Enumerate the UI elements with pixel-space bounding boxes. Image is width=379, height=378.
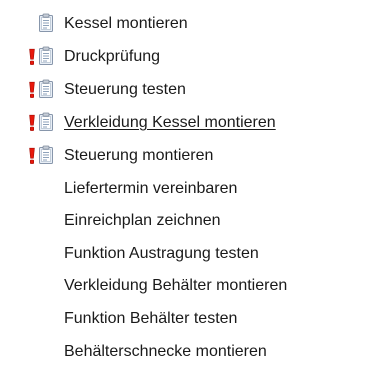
- clipboard-icon: [37, 13, 55, 33]
- task-label: Kessel montieren: [64, 15, 188, 32]
- task-row-hovered[interactable]: Verkleidung Kessel montieren: [0, 107, 379, 139]
- exclamation-icon: [28, 81, 36, 99]
- task-label: Liefertermin vereinbaren: [64, 180, 238, 197]
- task-row[interactable]: Druckprüfung: [0, 41, 379, 73]
- task-label: Steuerung montieren: [64, 147, 214, 164]
- task-label: Behälterschnecke montieren: [64, 343, 267, 360]
- task-row[interactable]: Funktion Austragung testen: [0, 238, 379, 270]
- task-row[interactable]: Funktion Behälter testen: [0, 303, 379, 335]
- task-label: Verkleidung Behälter montieren: [64, 277, 288, 294]
- clipboard-icon: [37, 79, 55, 99]
- clipboard-icon: [37, 46, 55, 66]
- task-label: Verkleidung Kessel montieren: [64, 114, 276, 131]
- exclamation-icon: [28, 48, 36, 66]
- task-row[interactable]: Verkleidung Behälter montieren: [0, 270, 379, 302]
- task-row[interactable]: Steuerung montieren: [0, 140, 379, 172]
- clipboard-icon: [37, 145, 55, 165]
- task-row[interactable]: Behälterschnecke montieren: [0, 336, 379, 368]
- task-row[interactable]: Kessel montieren: [0, 8, 379, 40]
- exclamation-icon: [28, 114, 36, 132]
- task-label: Steuerung testen: [64, 81, 186, 98]
- task-row[interactable]: Steuerung testen: [0, 74, 379, 106]
- exclamation-icon: [28, 147, 36, 165]
- task-list: Kessel montieren Druckprüfung Steuerung …: [0, 0, 379, 378]
- task-label: Funktion Austragung testen: [64, 245, 259, 262]
- clipboard-icon: [37, 112, 55, 132]
- task-label: Funktion Behälter testen: [64, 310, 238, 327]
- task-row[interactable]: Liefertermin vereinbaren: [0, 173, 379, 205]
- task-label: Druckprüfung: [64, 48, 161, 65]
- task-row[interactable]: Einreichplan zeichnen: [0, 205, 379, 237]
- task-label: Einreichplan zeichnen: [64, 212, 221, 229]
